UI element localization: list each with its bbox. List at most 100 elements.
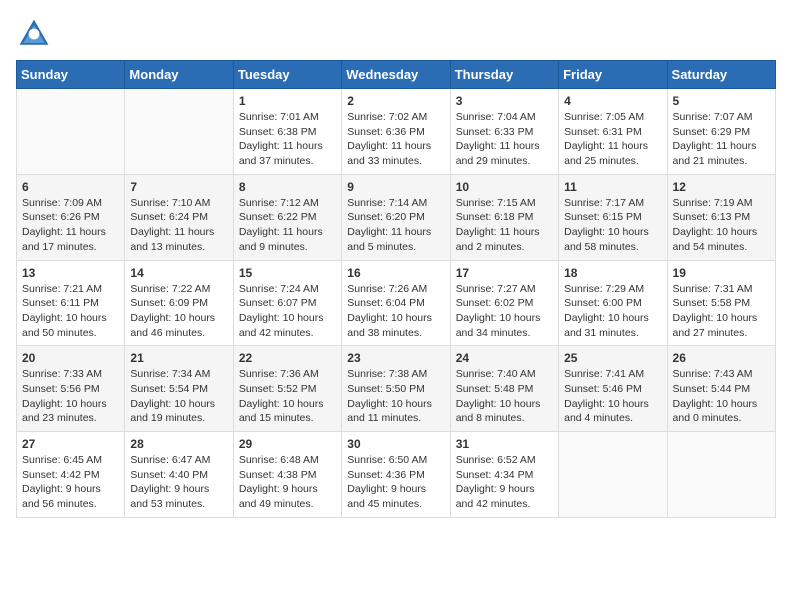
- day-info: Sunrise: 7:05 AMSunset: 6:31 PMDaylight:…: [564, 110, 661, 169]
- day-info: Sunrise: 7:09 AMSunset: 6:26 PMDaylight:…: [22, 196, 119, 255]
- calendar-cell: 31 Sunrise: 6:52 AMSunset: 4:34 PMDayligh…: [450, 432, 558, 518]
- day-number: 6: [22, 180, 119, 194]
- calendar-cell: 22 Sunrise: 7:36 AMSunset: 5:52 PMDayligh…: [233, 346, 341, 432]
- day-info: Sunrise: 7:41 AMSunset: 5:46 PMDaylight:…: [564, 367, 661, 426]
- logo: [16, 16, 58, 52]
- day-number: 26: [673, 351, 770, 365]
- day-number: 30: [347, 437, 444, 451]
- calendar-cell: [667, 432, 775, 518]
- day-info: Sunrise: 7:04 AMSunset: 6:33 PMDaylight:…: [456, 110, 553, 169]
- day-number: 3: [456, 94, 553, 108]
- header-monday: Monday: [125, 61, 233, 89]
- day-info: Sunrise: 7:02 AMSunset: 6:36 PMDaylight:…: [347, 110, 444, 169]
- calendar-cell: 15 Sunrise: 7:24 AMSunset: 6:07 PMDayligh…: [233, 260, 341, 346]
- day-number: 25: [564, 351, 661, 365]
- day-info: Sunrise: 6:50 AMSunset: 4:36 PMDaylight:…: [347, 453, 444, 512]
- header-wednesday: Wednesday: [342, 61, 450, 89]
- day-number: 1: [239, 94, 336, 108]
- day-info: Sunrise: 7:19 AMSunset: 6:13 PMDaylight:…: [673, 196, 770, 255]
- day-number: 23: [347, 351, 444, 365]
- day-info: Sunrise: 7:36 AMSunset: 5:52 PMDaylight:…: [239, 367, 336, 426]
- day-number: 13: [22, 266, 119, 280]
- calendar-cell: 21 Sunrise: 7:34 AMSunset: 5:54 PMDayligh…: [125, 346, 233, 432]
- day-info: Sunrise: 7:07 AMSunset: 6:29 PMDaylight:…: [673, 110, 770, 169]
- day-info: Sunrise: 7:34 AMSunset: 5:54 PMDaylight:…: [130, 367, 227, 426]
- calendar-week-3: 13Sunrise: 7:21 AMSunset: 6:11 PMDayligh…: [17, 260, 776, 346]
- day-info: Sunrise: 7:01 AMSunset: 6:38 PMDaylight:…: [239, 110, 336, 169]
- calendar-cell: 5Sunrise: 7:07 AMSunset: 6:29 PMDaylight…: [667, 89, 775, 175]
- day-number: 16: [347, 266, 444, 280]
- calendar-cell: 17Sunrise: 7:27 AMSunset: 6:02 PMDayligh…: [450, 260, 558, 346]
- day-number: 28: [130, 437, 227, 451]
- day-info: Sunrise: 6:45 AMSunset: 4:42 PMDaylight:…: [22, 453, 119, 512]
- day-number: 29: [239, 437, 336, 451]
- day-info: Sunrise: 6:47 AMSunset: 4:40 PMDaylight:…: [130, 453, 227, 512]
- day-number: 21: [130, 351, 227, 365]
- calendar-cell: 25 Sunrise: 7:41 AMSunset: 5:46 PMDayligh…: [559, 346, 667, 432]
- calendar-cell: 2 Sunrise: 7:02 AMSunset: 6:36 PMDaylight…: [342, 89, 450, 175]
- calendar-header-row: SundayMondayTuesdayWednesdayThursdayFrid…: [17, 61, 776, 89]
- day-number: 11: [564, 180, 661, 194]
- calendar-week-5: 27 Sunrise: 6:45 AMSunset: 4:42 PMDayligh…: [17, 432, 776, 518]
- calendar-cell: 20Sunrise: 7:33 AMSunset: 5:56 PMDayligh…: [17, 346, 125, 432]
- calendar-cell: 11 Sunrise: 7:17 AMSunset: 6:15 PMDayligh…: [559, 174, 667, 260]
- day-number: 19: [673, 266, 770, 280]
- calendar-week-2: 6 Sunrise: 7:09 AMSunset: 6:26 PMDaylight…: [17, 174, 776, 260]
- day-info: Sunrise: 7:14 AMSunset: 6:20 PMDaylight:…: [347, 196, 444, 255]
- calendar-cell: [17, 89, 125, 175]
- day-info: Sunrise: 7:17 AMSunset: 6:15 PMDaylight:…: [564, 196, 661, 255]
- day-number: 14: [130, 266, 227, 280]
- day-info: Sunrise: 6:52 AMSunset: 4:34 PMDaylight:…: [456, 453, 553, 512]
- calendar-cell: 9Sunrise: 7:14 AMSunset: 6:20 PMDaylight…: [342, 174, 450, 260]
- day-info: Sunrise: 7:43 AMSunset: 5:44 PMDaylight:…: [673, 367, 770, 426]
- header-tuesday: Tuesday: [233, 61, 341, 89]
- day-number: 2: [347, 94, 444, 108]
- day-info: Sunrise: 7:24 AMSunset: 6:07 PMDaylight:…: [239, 282, 336, 341]
- day-info: Sunrise: 7:10 AMSunset: 6:24 PMDaylight:…: [130, 196, 227, 255]
- calendar-cell: 8 Sunrise: 7:12 AMSunset: 6:22 PMDaylight…: [233, 174, 341, 260]
- day-info: Sunrise: 7:31 AMSunset: 5:58 PMDaylight:…: [673, 282, 770, 341]
- calendar-cell: 6 Sunrise: 7:09 AMSunset: 6:26 PMDaylight…: [17, 174, 125, 260]
- header-friday: Friday: [559, 61, 667, 89]
- day-number: 27: [22, 437, 119, 451]
- logo-icon: [16, 16, 52, 52]
- header-thursday: Thursday: [450, 61, 558, 89]
- calendar-cell: 14 Sunrise: 7:22 AMSunset: 6:09 PMDayligh…: [125, 260, 233, 346]
- page-header: [16, 16, 776, 52]
- calendar-cell: 19 Sunrise: 7:31 AMSunset: 5:58 PMDayligh…: [667, 260, 775, 346]
- day-number: 22: [239, 351, 336, 365]
- calendar-cell: 18Sunrise: 7:29 AMSunset: 6:00 PMDayligh…: [559, 260, 667, 346]
- calendar-cell: [125, 89, 233, 175]
- calendar-cell: 13Sunrise: 7:21 AMSunset: 6:11 PMDayligh…: [17, 260, 125, 346]
- calendar-cell: 29 Sunrise: 6:48 AMSunset: 4:38 PMDayligh…: [233, 432, 341, 518]
- day-number: 8: [239, 180, 336, 194]
- day-number: 10: [456, 180, 553, 194]
- day-info: Sunrise: 7:15 AMSunset: 6:18 PMDaylight:…: [456, 196, 553, 255]
- calendar-cell: [559, 432, 667, 518]
- day-number: 4: [564, 94, 661, 108]
- day-number: 7: [130, 180, 227, 194]
- calendar-cell: 26 Sunrise: 7:43 AMSunset: 5:44 PMDayligh…: [667, 346, 775, 432]
- day-number: 24: [456, 351, 553, 365]
- day-number: 18: [564, 266, 661, 280]
- calendar-cell: 10 Sunrise: 7:15 AMSunset: 6:18 PMDayligh…: [450, 174, 558, 260]
- calendar-cell: 30 Sunrise: 6:50 AMSunset: 4:36 PMDayligh…: [342, 432, 450, 518]
- calendar-cell: 27 Sunrise: 6:45 AMSunset: 4:42 PMDayligh…: [17, 432, 125, 518]
- day-number: 15: [239, 266, 336, 280]
- calendar-week-1: 1 Sunrise: 7:01 AMSunset: 6:38 PMDaylight…: [17, 89, 776, 175]
- day-info: Sunrise: 7:12 AMSunset: 6:22 PMDaylight:…: [239, 196, 336, 255]
- calendar-cell: 28 Sunrise: 6:47 AMSunset: 4:40 PMDayligh…: [125, 432, 233, 518]
- calendar-table: SundayMondayTuesdayWednesdayThursdayFrid…: [16, 60, 776, 518]
- day-info: Sunrise: 7:26 AMSunset: 6:04 PMDaylight:…: [347, 282, 444, 341]
- day-info: Sunrise: 6:48 AMSunset: 4:38 PMDaylight:…: [239, 453, 336, 512]
- day-info: Sunrise: 7:40 AMSunset: 5:48 PMDaylight:…: [456, 367, 553, 426]
- calendar-cell: 16 Sunrise: 7:26 AMSunset: 6:04 PMDayligh…: [342, 260, 450, 346]
- header-sunday: Sunday: [17, 61, 125, 89]
- calendar-cell: 1 Sunrise: 7:01 AMSunset: 6:38 PMDaylight…: [233, 89, 341, 175]
- day-number: 12: [673, 180, 770, 194]
- day-number: 31: [456, 437, 553, 451]
- day-number: 17: [456, 266, 553, 280]
- day-number: 20: [22, 351, 119, 365]
- calendar-week-4: 20Sunrise: 7:33 AMSunset: 5:56 PMDayligh…: [17, 346, 776, 432]
- day-info: Sunrise: 7:22 AMSunset: 6:09 PMDaylight:…: [130, 282, 227, 341]
